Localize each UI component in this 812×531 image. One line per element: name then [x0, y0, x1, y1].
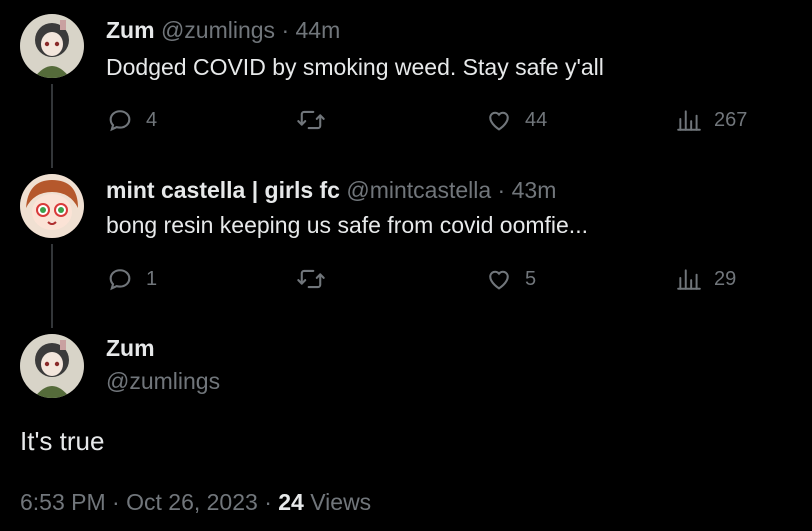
- display-name[interactable]: Zum: [106, 17, 155, 43]
- retweet-icon: [297, 110, 325, 130]
- like-count: 5: [525, 267, 537, 290]
- avatar[interactable]: [20, 334, 84, 398]
- thread-line: [51, 84, 53, 168]
- views-label[interactable]: Views: [310, 489, 371, 515]
- like-count: 44: [525, 108, 548, 131]
- reply-button[interactable]: 1: [106, 265, 157, 293]
- like-button[interactable]: 44: [485, 106, 547, 134]
- timestamp[interactable]: 6:53 PM: [20, 489, 106, 515]
- thread-line: [51, 244, 53, 328]
- reply-button[interactable]: 4: [106, 106, 157, 134]
- views-icon: [677, 110, 701, 131]
- views-count: 29: [714, 267, 737, 290]
- user-handle[interactable]: @mintcastella: [346, 177, 491, 203]
- like-icon: [489, 111, 509, 131]
- user-handle[interactable]: @zumlings: [161, 17, 275, 43]
- retweet-button[interactable]: [296, 106, 326, 134]
- tweet-meta: 6:53 PM · Oct 26, 2023 · 24 Views: [20, 488, 371, 516]
- display-name[interactable]: Zum: [106, 334, 155, 362]
- separator: ·: [281, 17, 290, 43]
- like-icon: [489, 270, 509, 290]
- separator: ·: [497, 177, 506, 203]
- reply-count: 1: [146, 267, 158, 290]
- separator: ·: [264, 489, 272, 515]
- like-button[interactable]: 5: [485, 265, 536, 293]
- tweet-text: Dodged COVID by smoking weed. Stay safe …: [106, 54, 604, 80]
- avatar[interactable]: [20, 174, 84, 238]
- retweet-button[interactable]: [296, 265, 326, 293]
- timestamp[interactable]: 44m: [296, 17, 341, 43]
- views-count[interactable]: 24: [278, 489, 304, 515]
- views-button[interactable]: 29: [676, 265, 736, 293]
- separator: ·: [112, 489, 120, 515]
- timestamp[interactable]: 43m: [512, 177, 557, 203]
- views-button[interactable]: 267: [676, 106, 747, 134]
- tweet-text: bong resin keeping us safe from covid oo…: [106, 212, 588, 238]
- reply-icon: [109, 269, 131, 291]
- date[interactable]: Oct 26, 2023: [126, 489, 258, 515]
- tweet-header: mint castella | girls fc @mintcastella ·…: [106, 176, 556, 204]
- tweet-text: It's true: [20, 426, 105, 456]
- retweet-icon: [297, 269, 325, 289]
- reply-icon: [109, 110, 131, 132]
- reply-count: 4: [146, 108, 158, 131]
- avatar[interactable]: [20, 14, 84, 78]
- views-icon: [677, 269, 701, 290]
- tweet-header: Zum @zumlings · 44m: [106, 16, 340, 44]
- display-name[interactable]: mint castella | girls fc: [106, 177, 340, 203]
- user-handle[interactable]: @zumlings: [106, 367, 220, 395]
- views-count: 267: [714, 108, 748, 131]
